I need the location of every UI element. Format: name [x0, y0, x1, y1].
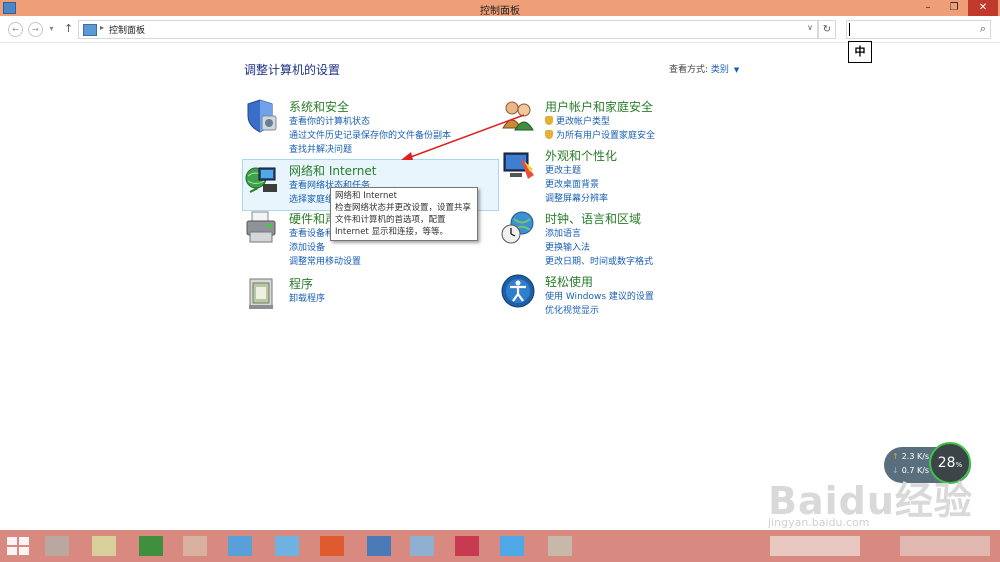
taskbar-app-icon[interactable]: [548, 536, 572, 556]
taskbar: [0, 530, 1000, 562]
taskbar-app-icon[interactable]: [410, 536, 434, 556]
gauge-unit: %: [955, 461, 963, 469]
baidu-watermark-url: jingyan.baidu.com: [768, 516, 870, 529]
start-button[interactable]: [7, 537, 29, 555]
taskbar-app-icon[interactable]: [367, 536, 391, 556]
taskbar-app-icon[interactable]: [92, 536, 116, 556]
taskbar-app-icon[interactable]: [500, 536, 524, 556]
upload-value: 2.3: [901, 452, 915, 461]
taskbar-app-icon[interactable]: [183, 536, 207, 556]
windows-logo-icon: [19, 537, 29, 545]
taskbar-app-icon[interactable]: [228, 536, 252, 556]
upload-speed: ↑ 2.3 K/s: [892, 452, 929, 461]
taskbar-app-icon[interactable]: [139, 536, 163, 556]
taskbar-app-icon[interactable]: [45, 536, 69, 556]
taskbar-clock[interactable]: [900, 536, 990, 556]
gauge-percent: 28%: [931, 455, 969, 471]
windows-logo-icon: [7, 537, 17, 545]
speed-unit: K/s: [916, 452, 930, 461]
upload-arrow-icon: ↑: [892, 452, 899, 461]
taskbar-app-icon[interactable]: [455, 536, 479, 556]
gauge-value: 28: [937, 455, 956, 471]
system-tray[interactable]: [770, 536, 860, 556]
windows-logo-icon: [7, 547, 17, 555]
taskbar-app-icon[interactable]: [275, 536, 299, 556]
windows-logo-icon: [19, 547, 29, 555]
taskbar-app-icon[interactable]: [320, 536, 344, 556]
